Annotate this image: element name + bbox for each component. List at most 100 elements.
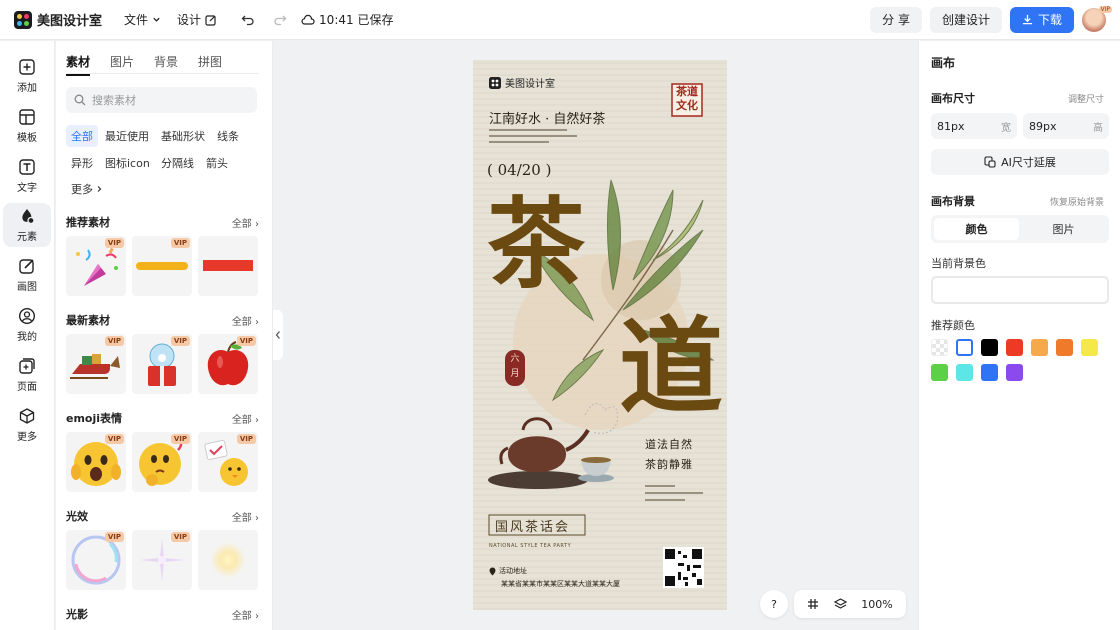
file-menu-label: 文件 <box>124 13 149 27</box>
width-field[interactable]: 81px 宽 <box>931 113 1017 139</box>
current-bg-label: 当前背景色 <box>931 257 986 270</box>
user-icon <box>18 307 36 325</box>
color-swatch[interactable] <box>931 339 948 356</box>
chip-icons[interactable]: 图标icon <box>100 152 155 174</box>
material-thumb-yellow-stroke[interactable]: VIP <box>132 236 192 296</box>
undo-icon[interactable] <box>241 13 255 27</box>
cube-icon <box>19 408 35 424</box>
file-menu[interactable]: 文件 <box>124 11 161 28</box>
grid-icon[interactable] <box>807 598 819 610</box>
section-header: 光效 全部 › <box>66 508 259 524</box>
help-button[interactable]: ? <box>760 590 788 618</box>
panel-collapse-toggle[interactable] <box>273 310 283 360</box>
download-button[interactable]: 下载 <box>1009 6 1074 33</box>
nav-label: 模板 <box>17 133 37 144</box>
avatar[interactable]: VIP <box>1082 5 1112 32</box>
color-swatch[interactable] <box>956 364 973 381</box>
chip-basic-shapes[interactable]: 基础形状 <box>156 125 210 147</box>
color-swatch[interactable] <box>956 339 973 356</box>
chevron-down-icon <box>153 17 160 22</box>
nav-draw[interactable]: 画图 <box>3 253 51 297</box>
ai-extend-button[interactable]: AI尺寸延展 <box>931 149 1109 175</box>
section-all-link[interactable]: 全部 › <box>232 215 259 230</box>
redo-icon[interactable] <box>273 13 287 27</box>
poster-title-box: 国风茶话会 <box>495 520 571 535</box>
vip-badge: VIP <box>104 238 124 248</box>
color-swatch[interactable] <box>1081 339 1098 356</box>
nav-template[interactable]: 模板 <box>3 104 51 148</box>
poster-red-seal: 六月 <box>510 354 520 379</box>
nav-text[interactable]: 文字 <box>3 154 51 198</box>
material-thumb-sleigh[interactable]: VIP <box>66 334 126 394</box>
section-all-link[interactable]: 全部 › <box>232 509 259 524</box>
nav-more[interactable]: 更多 <box>3 403 51 447</box>
section-all-link[interactable]: 全部 › <box>232 607 259 622</box>
color-swatch[interactable] <box>1006 364 1023 381</box>
draw-icon <box>19 259 34 274</box>
bg-tab-color[interactable]: 颜色 <box>934 218 1019 240</box>
section-header: 最新素材 全部 › <box>66 312 259 328</box>
material-thumb-red-bar[interactable] <box>198 236 258 296</box>
design-canvas[interactable]: 美图设计室 江南好水 · 自然好茶 ( 04/20 ) 茶道文化 茶 道 六月 … <box>473 60 727 610</box>
chip-arrows[interactable]: 箭头 <box>201 152 233 174</box>
chip-all[interactable]: 全部 <box>66 125 98 147</box>
search-input[interactable]: 搜索素材 <box>66 87 257 113</box>
nav-elements[interactable]: 元素 <box>3 203 51 247</box>
color-swatch[interactable] <box>1056 339 1073 356</box>
material-thumb-shocked-emoji[interactable]: VIP <box>66 432 126 492</box>
zoom-level[interactable]: 100% <box>861 598 892 611</box>
material-thumb-chick-emoji[interactable]: VIP <box>198 432 258 492</box>
app-logo[interactable]: 美图设计室 <box>14 10 102 29</box>
height-field[interactable]: 89px 高 <box>1023 113 1109 139</box>
material-thumb-snow-globe[interactable]: VIP <box>132 334 192 394</box>
poster-slogan-2: 茶韵静雅 <box>645 458 693 471</box>
nav-pages[interactable]: 页面 <box>3 353 51 397</box>
share-button[interactable]: 分 享 <box>870 6 922 33</box>
material-thumb-apple[interactable]: VIP <box>198 334 258 394</box>
vip-badge: VIP <box>236 434 256 444</box>
design-menu[interactable]: 设计 <box>177 11 217 28</box>
nav-mine[interactable]: 我的 <box>3 303 51 347</box>
color-swatch[interactable] <box>1031 339 1048 356</box>
material-thumb-party-popper[interactable]: VIP <box>66 236 126 296</box>
poster-brand: 美图设计室 <box>489 75 555 90</box>
width-value: 81px <box>937 119 965 133</box>
material-thumb-sparkle[interactable]: VIP <box>132 530 192 590</box>
restore-bg-link[interactable]: 恢复原始背景 <box>1050 195 1104 208</box>
adjust-size-link[interactable]: 调整尺寸 <box>1068 92 1104 105</box>
create-design-button[interactable]: 创建设计 <box>929 6 1002 33</box>
download-icon <box>1022 14 1033 25</box>
chip-irregular[interactable]: 异形 <box>66 152 98 174</box>
poster-seal: 茶道文化 <box>676 85 698 112</box>
chip-recent[interactable]: 最近使用 <box>100 125 154 147</box>
nav-add[interactable]: 添加 <box>3 54 51 98</box>
color-swatch[interactable] <box>931 364 948 381</box>
chevron-left-icon <box>275 331 280 339</box>
poster-date: ( 04/20 ) <box>487 161 552 179</box>
canvas-size-label: 画布尺寸 <box>931 92 975 105</box>
brand-logo-icon <box>489 76 501 89</box>
material-thumb-glow[interactable] <box>198 530 258 590</box>
nav-label: 页面 <box>17 382 37 393</box>
logo-mark-icon <box>14 10 32 29</box>
vip-badge: VIP <box>104 434 124 444</box>
color-swatch[interactable] <box>981 364 998 381</box>
chip-more[interactable]: 更多 <box>66 178 108 200</box>
search-placeholder: 搜索素材 <box>92 94 136 107</box>
download-label: 下载 <box>1037 13 1062 27</box>
vip-badge: VIP <box>104 532 124 542</box>
bg-tab-image[interactable]: 图片 <box>1021 218 1106 240</box>
chip-dividers[interactable]: 分隔线 <box>156 152 199 174</box>
nav-label: 添加 <box>17 83 37 94</box>
layers-icon[interactable] <box>833 598 847 610</box>
section-all-link[interactable]: 全部 › <box>232 411 259 426</box>
color-swatch[interactable] <box>981 339 998 356</box>
vip-badge: VIP <box>170 532 190 542</box>
color-swatch[interactable] <box>1006 339 1023 356</box>
material-thumb-bubble[interactable]: VIP <box>66 530 126 590</box>
material-thumb-thinking-emoji[interactable]: VIP <box>132 432 192 492</box>
current-bg-color[interactable] <box>931 276 1109 304</box>
top-bar: 美图设计室 文件 设计 10:41 已保存 分 享 创建设计 下载 VIP <box>0 0 1120 40</box>
chip-lines[interactable]: 线条 <box>212 125 244 147</box>
section-all-link[interactable]: 全部 › <box>232 313 259 328</box>
